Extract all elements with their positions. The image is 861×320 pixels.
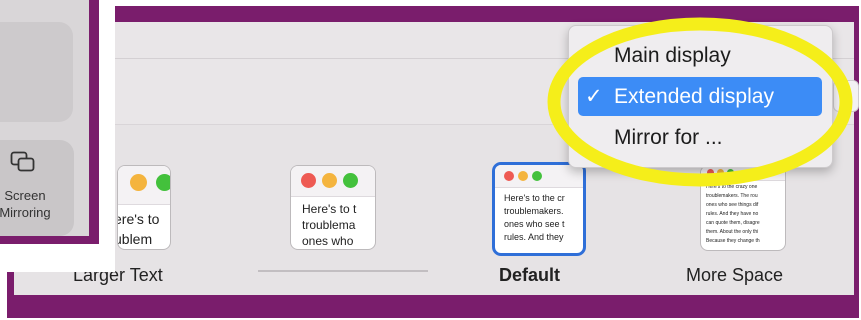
preview-text-line: can quote them, disagre: [706, 220, 760, 226]
minimize-dot: [518, 171, 528, 181]
screen-mirroring-label-line1: Screen: [4, 188, 46, 203]
resolution-label-default: Default: [499, 265, 561, 285]
zoom-dot: [156, 174, 170, 191]
preview-text-line: troublemakers.: [504, 206, 564, 216]
resolution-label-more-space: More Space: [686, 265, 784, 285]
preview-text-line: ere's to: [117, 211, 160, 227]
close-dot: [504, 171, 514, 181]
preview-text-line: rules. And they: [504, 232, 564, 242]
highlight-ellipse: [547, 17, 853, 187]
close-dot: [301, 173, 316, 188]
preview-text-line: rules. And they have no: [706, 211, 759, 217]
preview-text-line: ones who: [302, 234, 354, 248]
preview-text-line: ublem: [117, 231, 153, 247]
preview-text-line: ones who see t: [504, 219, 565, 229]
preview-text-line: Because they change th: [706, 238, 760, 244]
resolution-track: [258, 270, 428, 272]
screen-mirroring-icon: [10, 151, 35, 172]
resolution-option-larger-text[interactable]: ere's to ublem: [117, 165, 171, 250]
preview-text-line: Here's to t: [302, 202, 357, 216]
control-center-tile[interactable]: [0, 22, 73, 122]
screen-mirroring-label-line2: Mirroring: [0, 205, 51, 220]
preview-text-line: troublema: [302, 218, 356, 232]
preview-text-line: them. About the only thi: [706, 229, 759, 235]
resolution-option-medium[interactable]: Here's to t troublema ones who: [290, 165, 376, 250]
minimize-dot: [322, 173, 337, 188]
zoom-dot: [343, 173, 358, 188]
minimize-dot: [130, 174, 147, 191]
